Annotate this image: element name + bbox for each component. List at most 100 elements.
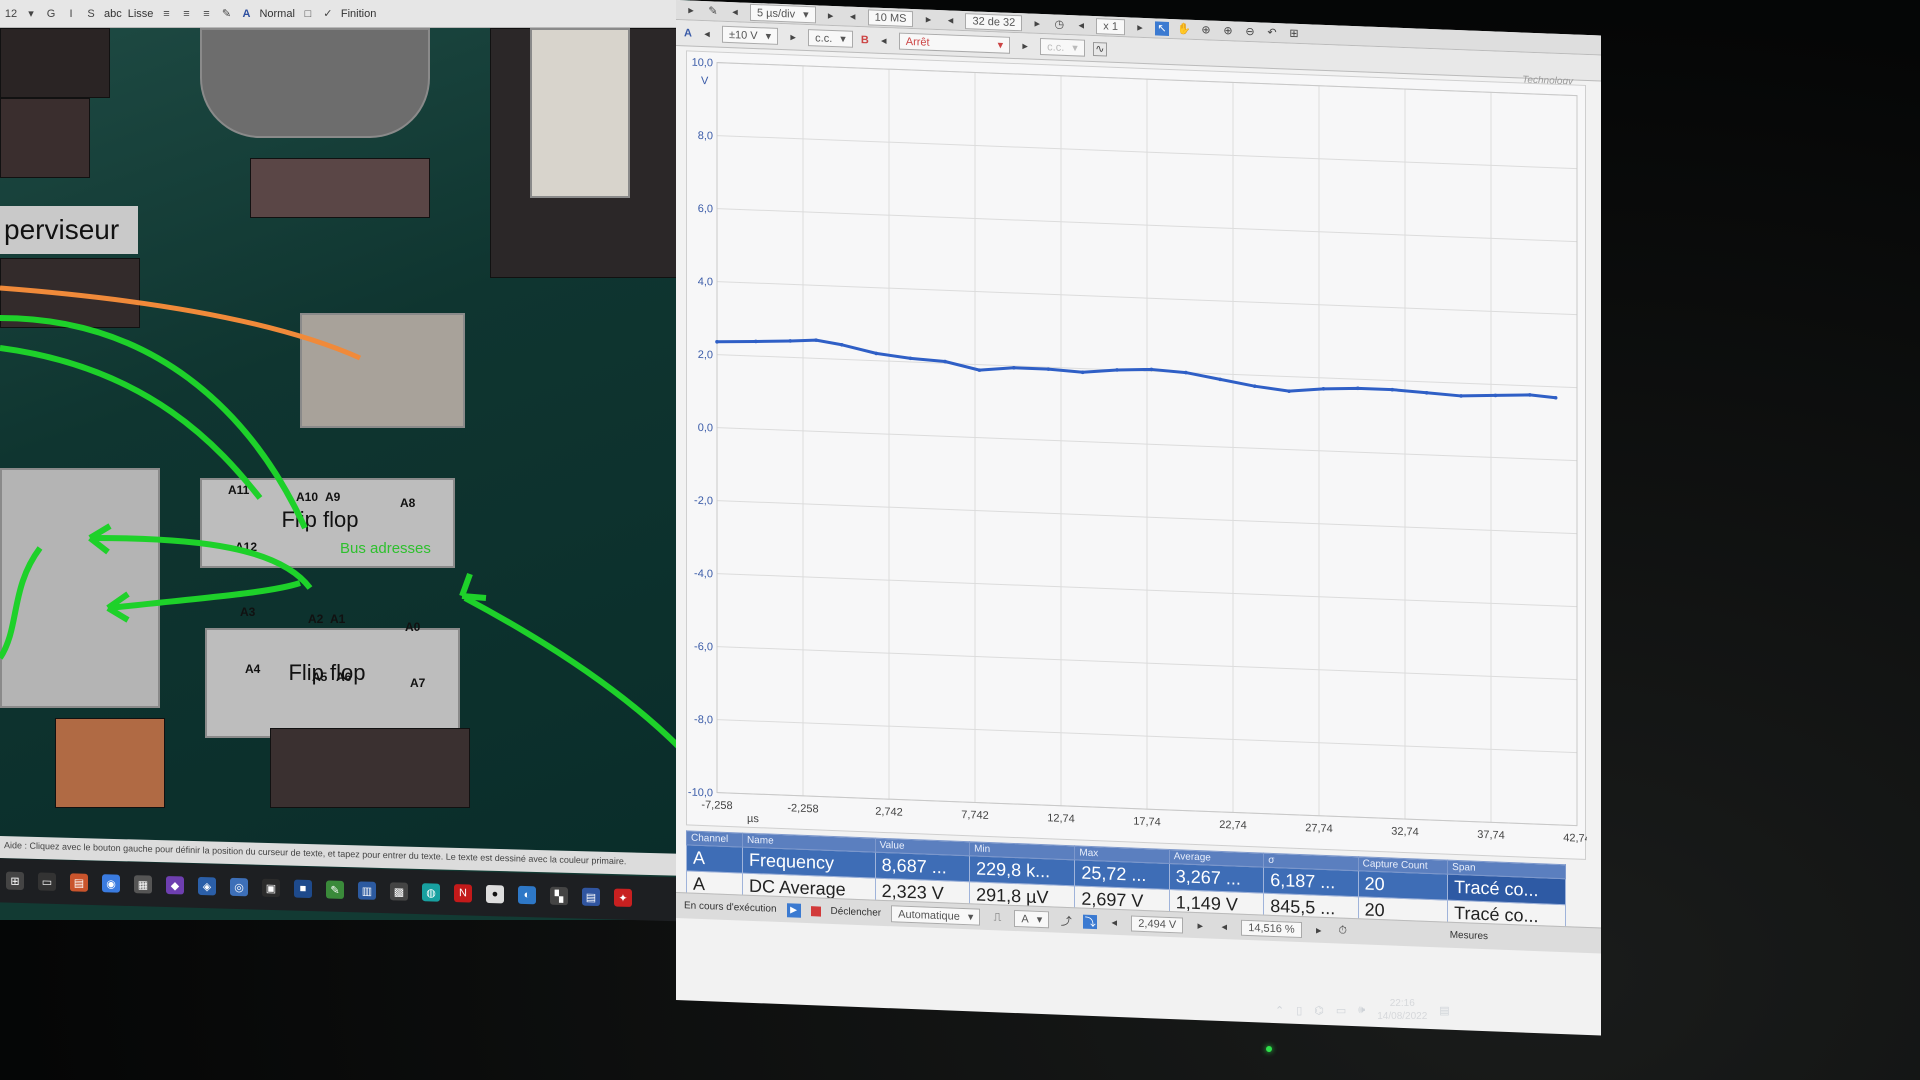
next-icon[interactable]: ▸	[921, 12, 935, 27]
abc-button[interactable]: abc	[104, 8, 122, 20]
app-icon[interactable]: ▣	[262, 878, 280, 898]
smooth-dropdown[interactable]: Lisse	[128, 8, 154, 20]
tool-icon[interactable]: ✎	[706, 4, 720, 19]
scope-plot[interactable]: 10,0 8,0 6,0 4,0 2,0 0,0 -2,0 -4,0 -6,0 -8,0 -10,0…	[686, 50, 1587, 861]
samples-select[interactable]: 10 MS	[867, 8, 914, 27]
paint-icon[interactable]: ✎	[326, 880, 344, 899]
clock-icon[interactable]: ◷	[1052, 17, 1066, 32]
channel-b-coupling-select[interactable]: c.c. ▾	[1040, 37, 1085, 57]
prev-icon[interactable]: ◂	[943, 13, 957, 28]
power-led	[1266, 1046, 1272, 1052]
channel-b-range-select[interactable]: Arrêt ▾	[898, 32, 1011, 54]
annotation-arrows	[0, 285, 680, 751]
trigger-level-field[interactable]: 2,494 V	[1131, 914, 1184, 933]
select-tool-icon[interactable]: ↖	[1154, 20, 1169, 36]
waveform-chart[interactable]: 10,0 8,0 6,0 4,0 2,0 0,0 -2,0 -4,0 -6,0 -8,0 -10,0…	[687, 51, 1587, 861]
buffer-navigator[interactable]: 32 de 32	[965, 12, 1023, 31]
prev-icon[interactable]: ◂	[1074, 18, 1088, 33]
prev-icon[interactable]: ◂	[728, 4, 742, 19]
file-explorer-icon[interactable]: ▤	[70, 873, 88, 892]
clock-time: 22:16	[1389, 998, 1415, 1009]
timebase-select[interactable]: 5 µs/div ▾	[750, 3, 816, 24]
zoom-in-icon[interactable]: ⊕	[1199, 23, 1213, 38]
monitor-icon[interactable]: ▭	[1336, 1004, 1346, 1017]
prev-icon[interactable]: ◂	[877, 33, 891, 48]
windows-start-icon[interactable]: ⊞	[6, 871, 24, 891]
shape-icon[interactable]: □	[301, 7, 315, 21]
pdf-reader-icon[interactable]: ✦	[614, 888, 632, 908]
app-icon[interactable]: ▥	[358, 881, 376, 900]
volume-icon[interactable]: 🕪	[1358, 1004, 1365, 1017]
prev-icon[interactable]: ◂	[1217, 919, 1231, 934]
align-left-icon[interactable]: ≡	[159, 7, 173, 21]
text-color-icon[interactable]: A	[239, 7, 253, 21]
math-channel-icon[interactable]: ∿	[1092, 41, 1107, 57]
next-icon[interactable]: ▸	[1312, 923, 1326, 938]
prev-icon[interactable]: ◂	[700, 26, 714, 41]
task-view-icon[interactable]: ▭	[38, 872, 56, 891]
running-status: En cours d'exécution	[684, 900, 777, 915]
app-icon[interactable]: ▩	[390, 882, 408, 901]
undo-icon[interactable]: ↶	[1265, 25, 1279, 40]
pcb-photo-canvas[interactable]: perviseur Flip flop Flip flop Bus adress…	[0, 28, 680, 868]
channel-a-coupling-select[interactable]: c.c. ▾	[808, 29, 853, 48]
pointer-icon[interactable]: ▸	[684, 3, 698, 18]
checkmark-icon[interactable]: ✓	[321, 7, 335, 21]
align-right-icon[interactable]: ≡	[199, 7, 213, 21]
waveform-point	[1218, 377, 1223, 382]
next-icon[interactable]: ▸	[1030, 16, 1044, 31]
rising-edge-icon[interactable]: ⤴	[1059, 913, 1073, 928]
stop-button[interactable]	[810, 905, 821, 917]
zoom-select[interactable]: x 1	[1096, 17, 1125, 35]
trigger-mode-select[interactable]: Automatique ▾	[891, 905, 981, 926]
clock[interactable]: 22:16 14/08/2022	[1377, 997, 1427, 1023]
chevron-up-icon[interactable]: ⌃	[1275, 1004, 1284, 1017]
app-icon[interactable]: ◐	[518, 885, 536, 905]
zoom-fit-icon[interactable]: ⊞	[1287, 26, 1301, 41]
font-size-field[interactable]: 12	[4, 7, 18, 21]
camera-icon[interactable]: ●	[486, 884, 504, 904]
zoom-in-icon[interactable]: ⊕	[1221, 23, 1235, 38]
bold-button[interactable]: G	[44, 7, 58, 21]
app-icon[interactable]: ■	[294, 879, 312, 899]
y-tick-label: -8,0	[694, 714, 713, 727]
next-icon[interactable]: ▸	[1193, 918, 1207, 933]
style-dropdown[interactable]: Normal	[259, 8, 294, 20]
app-icon[interactable]: ▤	[582, 887, 600, 907]
network-icon[interactable]: ⌬	[1314, 1004, 1324, 1017]
italic-button[interactable]: I	[64, 7, 78, 21]
finish-button[interactable]: Finition	[341, 8, 376, 20]
visual-studio-icon[interactable]: ◆	[166, 876, 184, 895]
next-icon[interactable]: ▸	[786, 30, 800, 45]
battery-icon[interactable]: ▯	[1296, 1004, 1302, 1017]
system-tray: ⌃ ▯ ⌬ ▭ 🕪 22:16 14/08/2022 ▤	[1275, 990, 1505, 1030]
strike-button[interactable]: S	[84, 7, 98, 21]
measures-button[interactable]: Mesures	[1450, 930, 1488, 942]
hand-icon[interactable]: ✋	[1177, 22, 1191, 37]
next-icon[interactable]: ▸	[1018, 39, 1032, 54]
trigger-type-icon[interactable]: ⎍	[990, 911, 1004, 926]
prev-icon[interactable]: ◂	[846, 9, 860, 24]
trigger-source-select[interactable]: A ▾	[1014, 910, 1050, 929]
run-button[interactable]: ▶	[786, 902, 801, 918]
next-icon[interactable]: ▸	[824, 8, 838, 23]
pen-icon[interactable]: ✎	[219, 7, 233, 21]
falling-edge-icon[interactable]: ⤵	[1083, 914, 1098, 929]
app-icon[interactable]: ◈	[198, 876, 216, 896]
netflix-icon[interactable]: N	[454, 884, 472, 903]
chrome-icon[interactable]: ◉	[102, 874, 120, 893]
delay-icon[interactable]: ⏱	[1336, 924, 1350, 939]
font-menu-icon[interactable]: ▾	[24, 7, 38, 21]
pretrigger-field[interactable]: 14,516 %	[1241, 919, 1302, 938]
prev-icon[interactable]: ◂	[1107, 915, 1121, 930]
align-center-icon[interactable]: ≡	[179, 7, 193, 21]
notifications-icon[interactable]: ▤	[1439, 1004, 1449, 1017]
green-arrow	[94, 535, 313, 590]
next-icon[interactable]: ▸	[1133, 20, 1147, 35]
app-icon[interactable]: ◍	[422, 883, 440, 902]
zoom-out-icon[interactable]: ⊖	[1243, 24, 1257, 39]
app-icon[interactable]: ▦	[134, 875, 152, 894]
channel-a-range-select[interactable]: ±10 V ▾	[721, 25, 779, 45]
app-icon[interactable]: ◎	[230, 877, 248, 897]
app-icon[interactable]: ▚	[550, 886, 568, 906]
